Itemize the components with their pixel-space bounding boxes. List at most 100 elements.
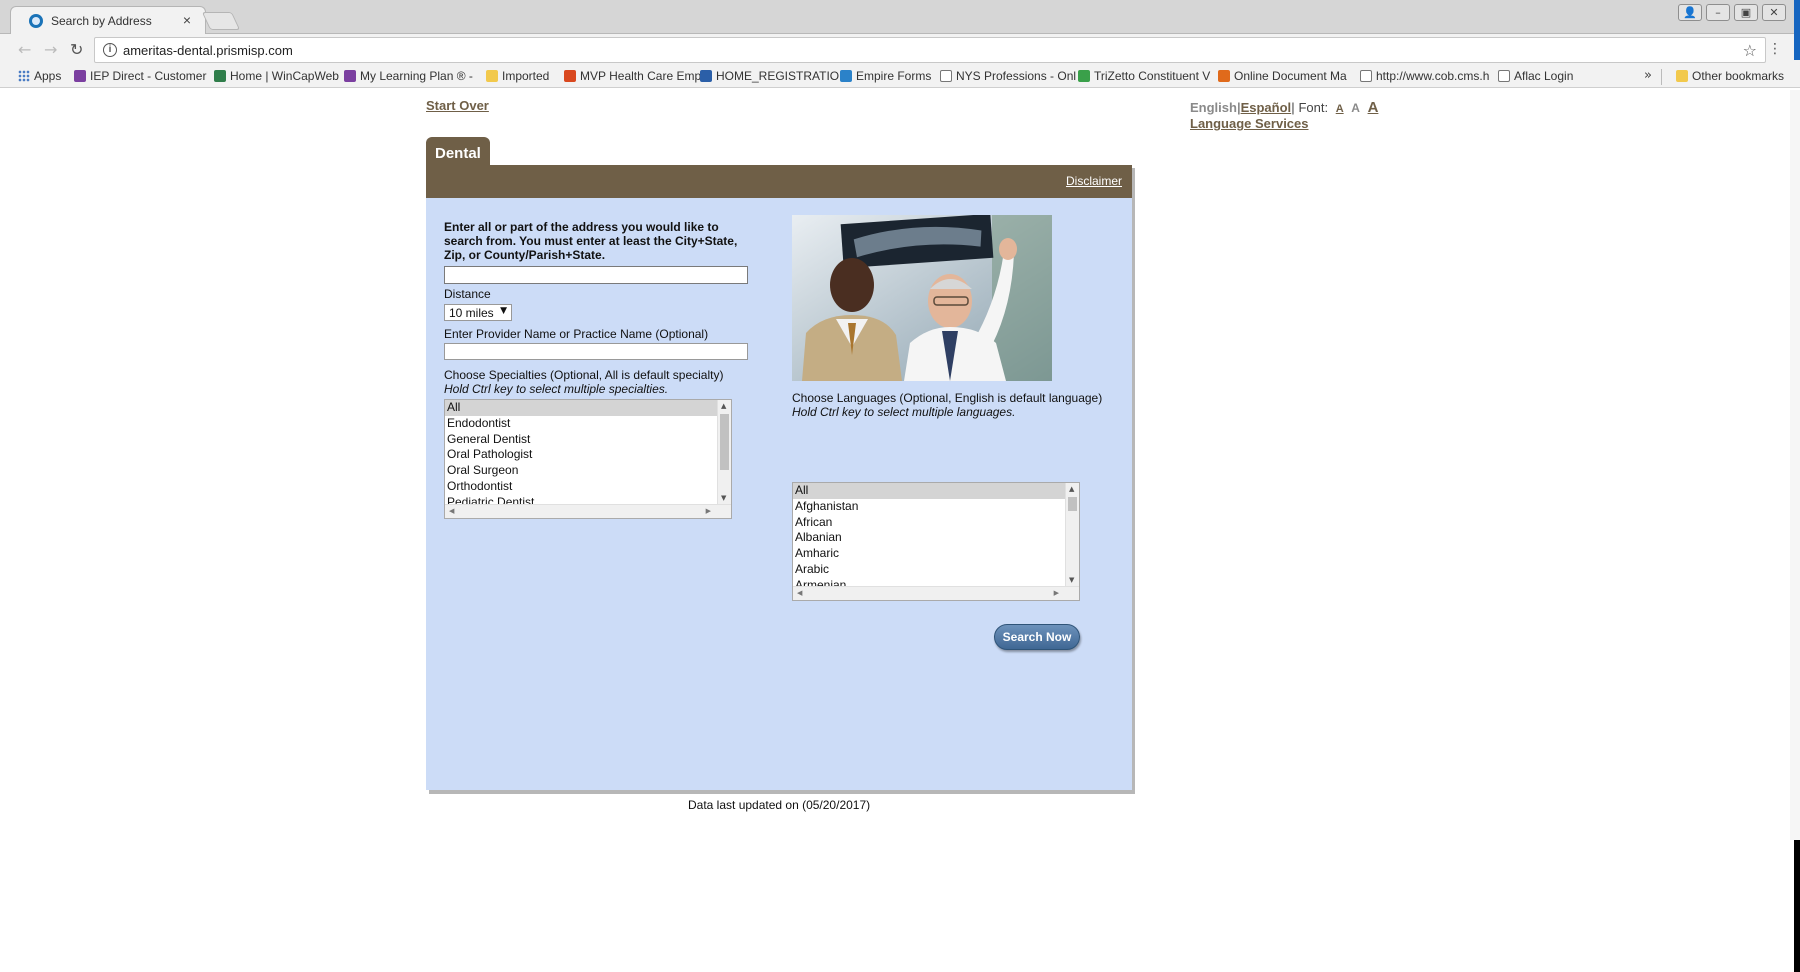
doctors-xray-photo [792, 215, 1052, 381]
browser-menu-icon[interactable]: ⋮ [1768, 41, 1782, 57]
address-bar[interactable]: i ameritas-dental.prismisp.com ☆ [94, 37, 1766, 63]
bookmark-label: Other bookmarks [1692, 69, 1785, 83]
language-option[interactable]: Amharic [793, 546, 1065, 562]
bookmark-label: IEP Direct - Customer [90, 69, 207, 83]
bookmark-item[interactable]: Aflac Login [1498, 69, 1573, 83]
mvp-icon [564, 70, 576, 82]
bookmark-label: TriZetto Constituent V [1094, 69, 1211, 83]
specialties-label: Choose Specialties (Optional, All is def… [444, 368, 724, 382]
registration-icon [700, 70, 712, 82]
site-favicon-icon [29, 14, 43, 28]
scroll-down-icon[interactable]: ▼ [721, 494, 726, 502]
start-over-link[interactable]: Start Over [426, 98, 489, 113]
language-option[interactable]: All [793, 483, 1065, 499]
minimize-button[interactable]: – [1706, 4, 1730, 21]
bookmark-item[interactable]: My Learning Plan ® - [344, 69, 473, 83]
languages-listbox[interactable]: All Afghanistan African Albanian Amharic Arab… [792, 482, 1080, 601]
empire-icon [840, 70, 852, 82]
lang-english: English [1190, 100, 1237, 115]
bookmark-label: Online Document Ma [1234, 69, 1347, 83]
folder-icon [486, 70, 498, 82]
provider-label: Enter Provider Name or Practice Name (Op… [444, 327, 709, 341]
scroll-left-icon[interactable]: ◀ [797, 589, 802, 597]
scroll-up-icon[interactable]: ▲ [1069, 485, 1074, 493]
url-text: ameritas-dental.prismisp.com [123, 43, 293, 58]
distance-select[interactable]: 10 miles ▼ [444, 304, 512, 321]
bookmark-other[interactable]: Other bookmarks [1676, 69, 1784, 83]
scroll-down-icon[interactable]: ▼ [1069, 576, 1074, 584]
font-medium-link[interactable]: A [1351, 101, 1360, 115]
font-small-link[interactable]: A [1336, 103, 1344, 115]
bookmark-item[interactable]: Apps [18, 69, 61, 83]
bookmark-item[interactable]: Imported [486, 69, 549, 83]
lang-spanish-link[interactable]: Español [1241, 100, 1292, 115]
language-option[interactable]: Arabic [793, 562, 1065, 578]
screen-edge-accent [1794, 0, 1800, 60]
bookmark-item[interactable]: MVP Health Care Emp [564, 69, 701, 83]
reload-icon[interactable]: ↻ [70, 40, 83, 59]
restore-button[interactable]: ▣ [1734, 4, 1758, 21]
bookmark-item[interactable]: http://www.cob.cms.h [1360, 69, 1489, 83]
site-info-icon[interactable]: i [103, 43, 117, 57]
specialty-option[interactable]: All [445, 400, 717, 416]
tab-close-icon[interactable]: × [183, 12, 191, 28]
language-option[interactable]: Albanian [793, 530, 1065, 546]
forward-arrow-icon[interactable]: → [44, 40, 57, 59]
browser-tab[interactable]: Search by Address × [10, 6, 206, 34]
close-window-button[interactable]: ✕ [1762, 4, 1786, 21]
specialties-listbox[interactable]: All Endodontist General Dentist Oral Pathol… [444, 399, 732, 519]
page-icon [1498, 70, 1510, 82]
bookmark-item[interactable]: IEP Direct - Customer [74, 69, 206, 83]
bookmark-star-icon[interactable]: ☆ [1743, 41, 1757, 60]
specialties-hint: Hold Ctrl key to select multiple special… [444, 382, 669, 396]
bookmark-label: Aflac Login [1514, 69, 1574, 83]
languages-horizontal-scrollbar[interactable]: ◀ ▶ [793, 586, 1079, 600]
provider-name-input[interactable] [444, 343, 748, 360]
iep-icon [74, 70, 86, 82]
scroll-thumb[interactable] [1068, 497, 1077, 511]
new-tab-button[interactable] [201, 12, 241, 30]
language-option[interactable]: African [793, 515, 1065, 531]
language-option[interactable]: Afghanistan [793, 499, 1065, 515]
page-scrollbar[interactable] [1790, 90, 1800, 840]
scroll-thumb[interactable] [720, 414, 729, 470]
specialty-option[interactable]: General Dentist [445, 432, 717, 448]
language-services-link[interactable]: Language Services [1190, 116, 1309, 131]
search-now-button[interactable]: Search Now [994, 624, 1080, 650]
window-controls: 👤 – ▣ ✕ [1678, 4, 1786, 21]
bookmark-item[interactable]: Online Document Ma [1218, 69, 1347, 83]
specialty-option[interactable]: Endodontist [445, 416, 717, 432]
scroll-right-icon[interactable]: ▶ [706, 507, 711, 515]
user-icon[interactable]: 👤 [1678, 4, 1702, 21]
bookmarks-overflow-icon[interactable]: » [1644, 68, 1652, 83]
folder-icon [1676, 70, 1688, 82]
languages-options: All Afghanistan African Albanian Amharic Arab… [793, 483, 1065, 594]
page-icon [1360, 70, 1372, 82]
font-large-link[interactable]: A [1368, 99, 1379, 116]
bookmarks-bar: » Other bookmarks Apps IEP Direct - Custo… [0, 66, 1800, 88]
scroll-left-icon[interactable]: ◀ [449, 507, 454, 515]
bookmark-label: MVP Health Care Emp [580, 69, 702, 83]
address-instructions: Enter all or part of the address you wou… [444, 220, 738, 262]
scroll-up-icon[interactable]: ▲ [721, 402, 726, 410]
language-font-bar: English|Español| Font: A A A [1190, 99, 1379, 116]
bookmark-item[interactable]: NYS Professions - Onl [940, 69, 1076, 83]
specialties-vertical-scrollbar[interactable]: ▲ ▼ [717, 400, 731, 504]
specialties-horizontal-scrollbar[interactable]: ◀ ▶ [445, 504, 731, 518]
address-input[interactable] [444, 266, 748, 284]
specialty-option[interactable]: Oral Pathologist [445, 447, 717, 463]
scroll-right-icon[interactable]: ▶ [1054, 589, 1059, 597]
bookmark-item[interactable]: HOME_REGISTRATIO [700, 69, 839, 83]
back-arrow-icon[interactable]: ← [18, 40, 31, 59]
bookmark-item[interactable]: Empire Forms [840, 69, 931, 83]
specialty-option[interactable]: Oral Surgeon [445, 463, 717, 479]
disclaimer-link[interactable]: Disclaimer [1066, 174, 1122, 188]
specialties-options: All Endodontist General Dentist Oral Pathol… [445, 400, 717, 511]
specialty-option[interactable]: Orthodontist [445, 479, 717, 495]
languages-vertical-scrollbar[interactable]: ▲ ▼ [1065, 483, 1079, 586]
tab-title: Search by Address [51, 14, 152, 28]
learning-plan-icon [344, 70, 356, 82]
bookmark-item[interactable]: Home | WinCapWeb [214, 69, 339, 83]
browser-tab-bar: Search by Address × 👤 – ▣ ✕ [0, 0, 1800, 34]
bookmark-item[interactable]: TriZetto Constituent V [1078, 69, 1210, 83]
